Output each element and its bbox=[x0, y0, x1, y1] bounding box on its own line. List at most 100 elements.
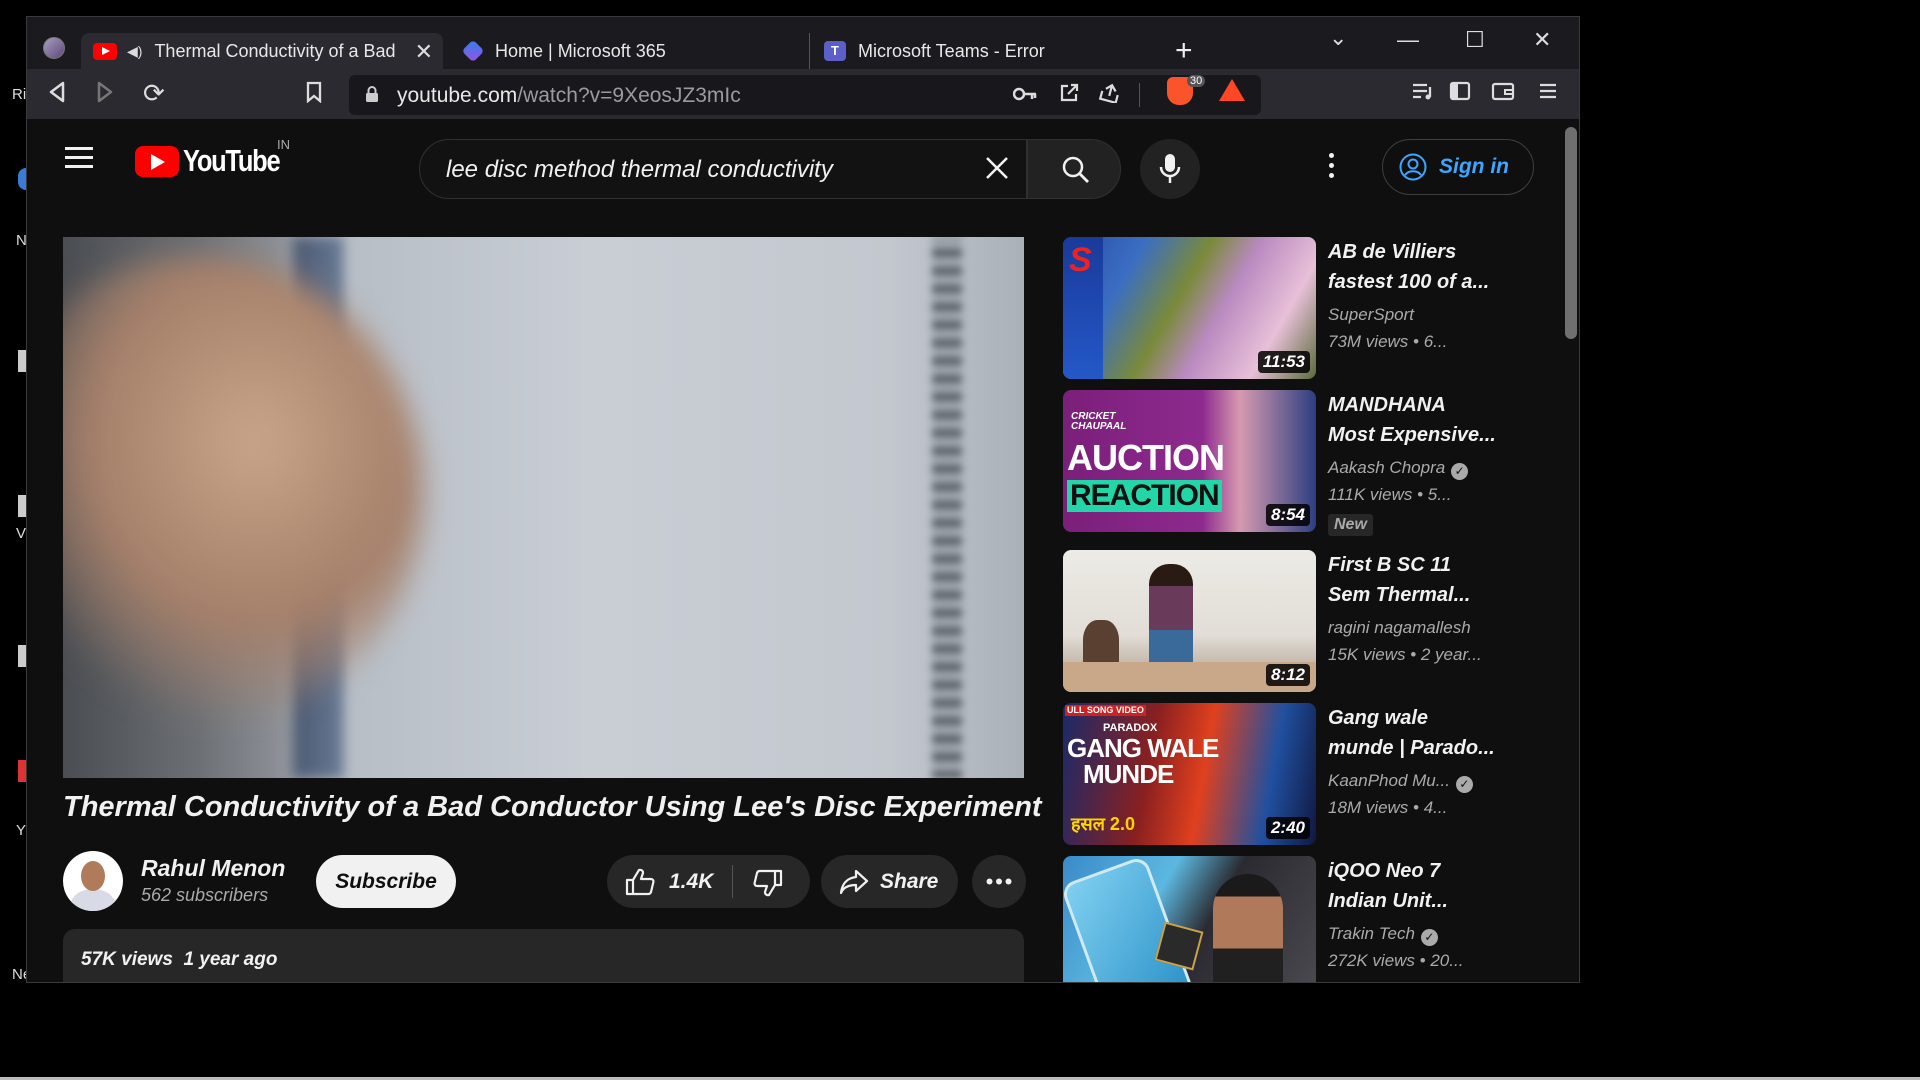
sidebar-toggle-icon[interactable] bbox=[1449, 81, 1471, 106]
voice-search-button[interactable] bbox=[1140, 139, 1200, 199]
reload-button[interactable]: ⟳ bbox=[143, 80, 165, 106]
recommended-video[interactable]: ULL SONG VIDEO PARADOX GANG WALE MUNDE ह… bbox=[1063, 703, 1495, 845]
tab-youtube[interactable]: ◀) Thermal Conductivity of a Bad ✕ bbox=[81, 33, 443, 69]
video-thumbnail[interactable]: 8:12 bbox=[1063, 550, 1316, 692]
search-input[interactable]: lee disc method thermal conductivity bbox=[419, 139, 1027, 199]
forward-button[interactable] bbox=[95, 81, 115, 108]
browser-window: ◀) Thermal Conductivity of a Bad ✕ Home … bbox=[26, 16, 1580, 983]
close-tab-icon[interactable]: ✕ bbox=[415, 39, 433, 65]
like-dislike-group: 1.4K bbox=[607, 855, 810, 908]
tab-search-chevron-icon[interactable]: ⌄ bbox=[1329, 25, 1347, 51]
speaker-icon[interactable]: ◀) bbox=[127, 43, 142, 60]
video-frame-spiral bbox=[932, 237, 962, 778]
bookmark-icon[interactable] bbox=[305, 81, 323, 108]
video-duration: 8:12 bbox=[1265, 664, 1310, 686]
new-badge: New bbox=[1328, 514, 1373, 536]
thumbnail-text: REACTION bbox=[1067, 480, 1222, 512]
tab-microsoft-365[interactable]: Home | Microsoft 365 bbox=[451, 33, 797, 69]
desktop-label-fragment: Ri bbox=[12, 86, 27, 103]
thumbnail-text: CRICKET CHAUPAAL bbox=[1071, 411, 1127, 432]
tab-microsoft-teams[interactable]: T Microsoft Teams - Error bbox=[809, 33, 1165, 69]
like-button[interactable]: 1.4K bbox=[607, 855, 732, 908]
recommended-meta: 73M views • 6... bbox=[1328, 332, 1448, 351]
description-box[interactable]: 57K views 1 year ago bbox=[63, 929, 1024, 982]
youtube-logo-icon bbox=[135, 145, 179, 177]
share-page-icon[interactable] bbox=[1098, 83, 1121, 108]
recommended-title[interactable]: MANDHANA Most Expensive... bbox=[1328, 390, 1498, 450]
sign-in-label: Sign in bbox=[1439, 155, 1509, 178]
video-thumbnail[interactable]: S 11:53 bbox=[1063, 237, 1316, 379]
verified-check-icon: ✓ bbox=[1451, 463, 1469, 480]
video-player[interactable] bbox=[63, 237, 1024, 778]
browser-menu-icon[interactable] bbox=[1539, 81, 1557, 105]
thumbs-down-icon bbox=[753, 869, 783, 897]
url-text[interactable]: youtube.com/watch?v=9XeosJZ3mIc bbox=[397, 84, 741, 108]
recommended-channel[interactable]: Aakash Chopra ✓ bbox=[1328, 458, 1469, 480]
address-bar[interactable]: youtube.com/watch?v=9XeosJZ3mIc bbox=[349, 75, 1261, 115]
youtube-masthead: YouTube IN lee disc method thermal condu… bbox=[27, 119, 1579, 203]
search-button[interactable] bbox=[1027, 139, 1121, 199]
desktop-label-fragment: Y bbox=[16, 822, 27, 839]
key-icon[interactable] bbox=[1012, 83, 1037, 107]
sign-in-button[interactable]: Sign in bbox=[1382, 139, 1534, 195]
microphone-icon bbox=[1159, 154, 1181, 183]
tab-label: Thermal Conductivity of a Bad bbox=[154, 40, 396, 61]
thumbnail-text: ULL SONG VIDEO bbox=[1065, 705, 1146, 716]
settings-menu-icon[interactable] bbox=[1329, 153, 1335, 183]
minimize-button[interactable]: — bbox=[1397, 27, 1419, 53]
channel-avatar[interactable] bbox=[63, 851, 123, 911]
page-scrollbar[interactable] bbox=[1565, 127, 1577, 339]
recommended-meta: 18M views • 4... bbox=[1328, 798, 1448, 817]
profile-avatar[interactable] bbox=[43, 37, 65, 59]
maximize-button[interactable]: ☐ bbox=[1465, 27, 1485, 53]
desktop-icon[interactable] bbox=[18, 168, 26, 190]
guide-menu-icon[interactable] bbox=[65, 147, 93, 169]
recommended-video[interactable]: iQOO Neo 7 Indian Unit... Trakin Tech ✓ 27… bbox=[1063, 856, 1483, 982]
recommended-title[interactable]: Gang wale munde | Parado... bbox=[1328, 703, 1498, 763]
recommended-video[interactable]: 8:12 First B SC 11 Sem Thermal... ragini … bbox=[1063, 550, 1483, 692]
recommended-title[interactable]: First B SC 11 Sem Thermal... bbox=[1328, 550, 1498, 610]
dislike-button[interactable] bbox=[733, 855, 810, 908]
subscribe-button[interactable]: Subscribe bbox=[316, 855, 456, 908]
country-code: IN bbox=[277, 137, 290, 152]
account-icon bbox=[1399, 153, 1427, 181]
recommended-video[interactable]: S 11:53 AB de Villiers fastest 100 of a..… bbox=[1063, 237, 1489, 379]
desktop-icon[interactable] bbox=[18, 760, 26, 782]
video-title: Thermal Conductivity of a Bad Conductor … bbox=[63, 791, 1042, 823]
desktop-icon[interactable] bbox=[18, 350, 26, 372]
recommended-channel[interactable]: SuperSport bbox=[1328, 305, 1414, 325]
thumbs-up-icon bbox=[625, 868, 655, 896]
open-in-app-icon[interactable] bbox=[1059, 83, 1079, 108]
clear-search-icon[interactable] bbox=[984, 152, 1010, 189]
more-actions-button[interactable] bbox=[972, 855, 1026, 908]
video-thumbnail[interactable] bbox=[1063, 856, 1316, 982]
recommended-channel[interactable]: ragini nagamallesh bbox=[1328, 618, 1471, 638]
recommended-channel[interactable]: KaanPhod Mu... ✓ bbox=[1328, 771, 1473, 793]
desktop-icon[interactable] bbox=[18, 495, 26, 517]
share-label: Share bbox=[880, 870, 939, 893]
video-thumbnail[interactable]: ULL SONG VIDEO PARADOX GANG WALE MUNDE ह… bbox=[1063, 703, 1316, 845]
youtube-logo[interactable]: YouTube bbox=[135, 143, 301, 179]
back-button[interactable] bbox=[47, 81, 67, 108]
desktop-icon[interactable] bbox=[18, 645, 26, 667]
search-query[interactable]: lee disc method thermal conductivity bbox=[446, 156, 833, 184]
recommended-channel[interactable]: Trakin Tech ✓ bbox=[1328, 924, 1438, 946]
lock-icon[interactable] bbox=[365, 86, 379, 102]
close-window-button[interactable]: ✕ bbox=[1533, 27, 1551, 53]
new-tab-button[interactable]: + bbox=[1175, 36, 1193, 66]
tab-label: Home | Microsoft 365 bbox=[495, 40, 666, 61]
tab-label: Microsoft Teams - Error bbox=[858, 40, 1045, 61]
share-button[interactable]: Share bbox=[821, 855, 958, 908]
wallet-icon[interactable] bbox=[1491, 81, 1515, 106]
brave-rewards-icon[interactable] bbox=[1219, 79, 1245, 101]
recommended-title[interactable]: iQOO Neo 7 Indian Unit... bbox=[1328, 856, 1498, 916]
recommended-title[interactable]: AB de Villiers fastest 100 of a... bbox=[1328, 237, 1498, 297]
recommended-video[interactable]: CRICKET CHAUPAAL AUCTION REACTION 8:54 M… bbox=[1063, 390, 1496, 536]
channel-name[interactable]: Rahul Menon bbox=[141, 855, 285, 882]
playlist-icon[interactable] bbox=[1411, 81, 1435, 106]
subscriber-count: 562 subscribers bbox=[141, 885, 269, 905]
more-horizontal-icon bbox=[986, 878, 1012, 885]
video-thumbnail[interactable]: CRICKET CHAUPAAL AUCTION REACTION 8:54 bbox=[1063, 390, 1316, 532]
recommended-meta: 111K views • 5... bbox=[1328, 485, 1452, 504]
brave-shields-count: 30 bbox=[1187, 75, 1206, 87]
